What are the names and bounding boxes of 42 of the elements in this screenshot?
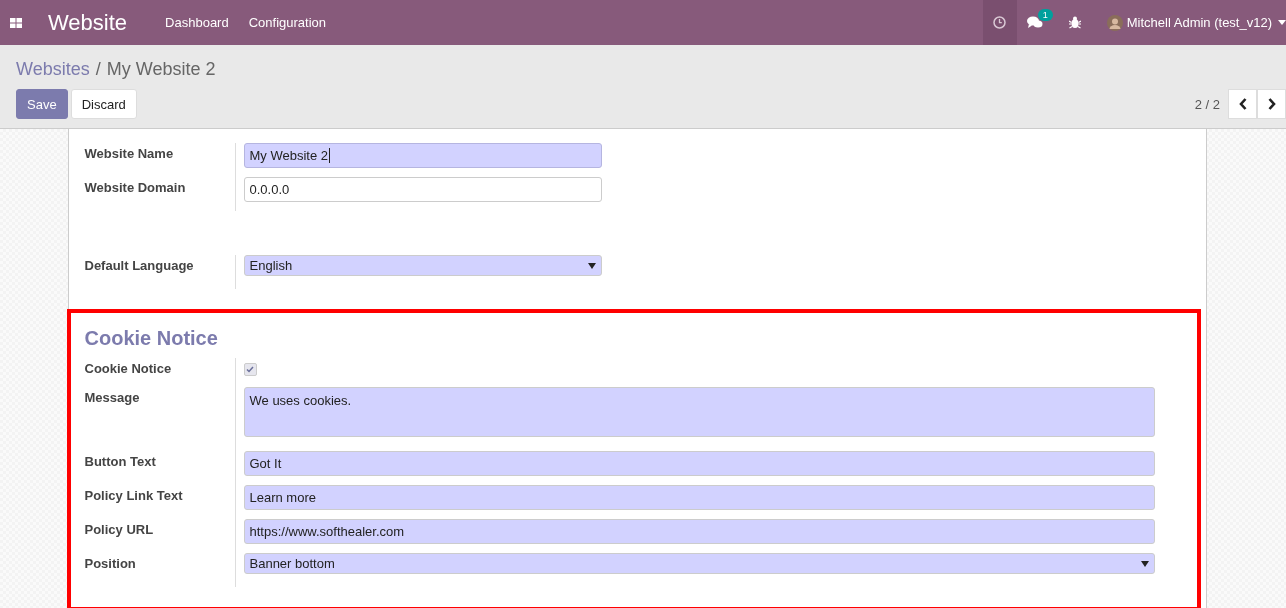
field-label: Policy URL (84, 519, 236, 553)
field-label: Message (84, 387, 236, 451)
caret-icon (1278, 20, 1286, 25)
input-field[interactable]: My Website 2 (243, 143, 602, 168)
bug-icon[interactable] (1068, 16, 1081, 29)
select-field[interactable]: Banner bottom (243, 553, 1155, 574)
field-label: Button Text (84, 451, 236, 485)
apps-grid-icon[interactable] (10, 17, 22, 28)
field-label: Position (84, 553, 236, 587)
field-label: Cookie Notice (84, 358, 236, 387)
text-area[interactable]: We uses cookies. (243, 387, 1155, 437)
field-label: Default Language (84, 257, 195, 275)
checkbox[interactable] (243, 363, 257, 376)
save-button[interactable]: Save (16, 89, 68, 119)
field-label: Website Domain (84, 179, 187, 197)
select-field[interactable]: English (243, 255, 602, 276)
field-label: Website Name (84, 145, 175, 163)
chevron-right-icon (1267, 98, 1276, 110)
clock-icon (993, 16, 1007, 29)
breadcrumb-separator: / (95, 59, 101, 80)
dropdown-arrow-icon (1140, 560, 1149, 567)
input-field[interactable]: Got It (243, 451, 1155, 476)
user-menu[interactable]: Mitchell Admin (test_v12) (1126, 15, 1272, 30)
activity-button[interactable] (982, 0, 1017, 45)
discard-button[interactable]: Discard (70, 89, 137, 119)
pager-counter: 2 / 2 (1194, 96, 1220, 112)
previous-button[interactable] (1228, 89, 1257, 119)
avatar-icon (1106, 14, 1123, 31)
dropdown-arrow-icon (587, 262, 596, 269)
chevron-left-icon (1238, 98, 1247, 110)
menu-link[interactable]: Dashboard (165, 15, 229, 30)
input-field[interactable]: 0.0.0.0 (243, 177, 602, 202)
input-field[interactable]: https://www.softhealer.com (243, 519, 1155, 544)
chat-bubbles-icon[interactable] (1026, 16, 1043, 29)
input-field[interactable]: Learn more (243, 485, 1155, 510)
menu-link[interactable]: Configuration (248, 15, 326, 30)
section-title: Cookie Notice (84, 327, 219, 350)
next-button[interactable] (1257, 89, 1286, 119)
breadcrumb-current: My Website 2 (106, 59, 216, 80)
app-title: Website (48, 9, 128, 36)
field-label: Policy Link Text (84, 485, 236, 519)
message-count-badge: 1 (1037, 9, 1053, 21)
